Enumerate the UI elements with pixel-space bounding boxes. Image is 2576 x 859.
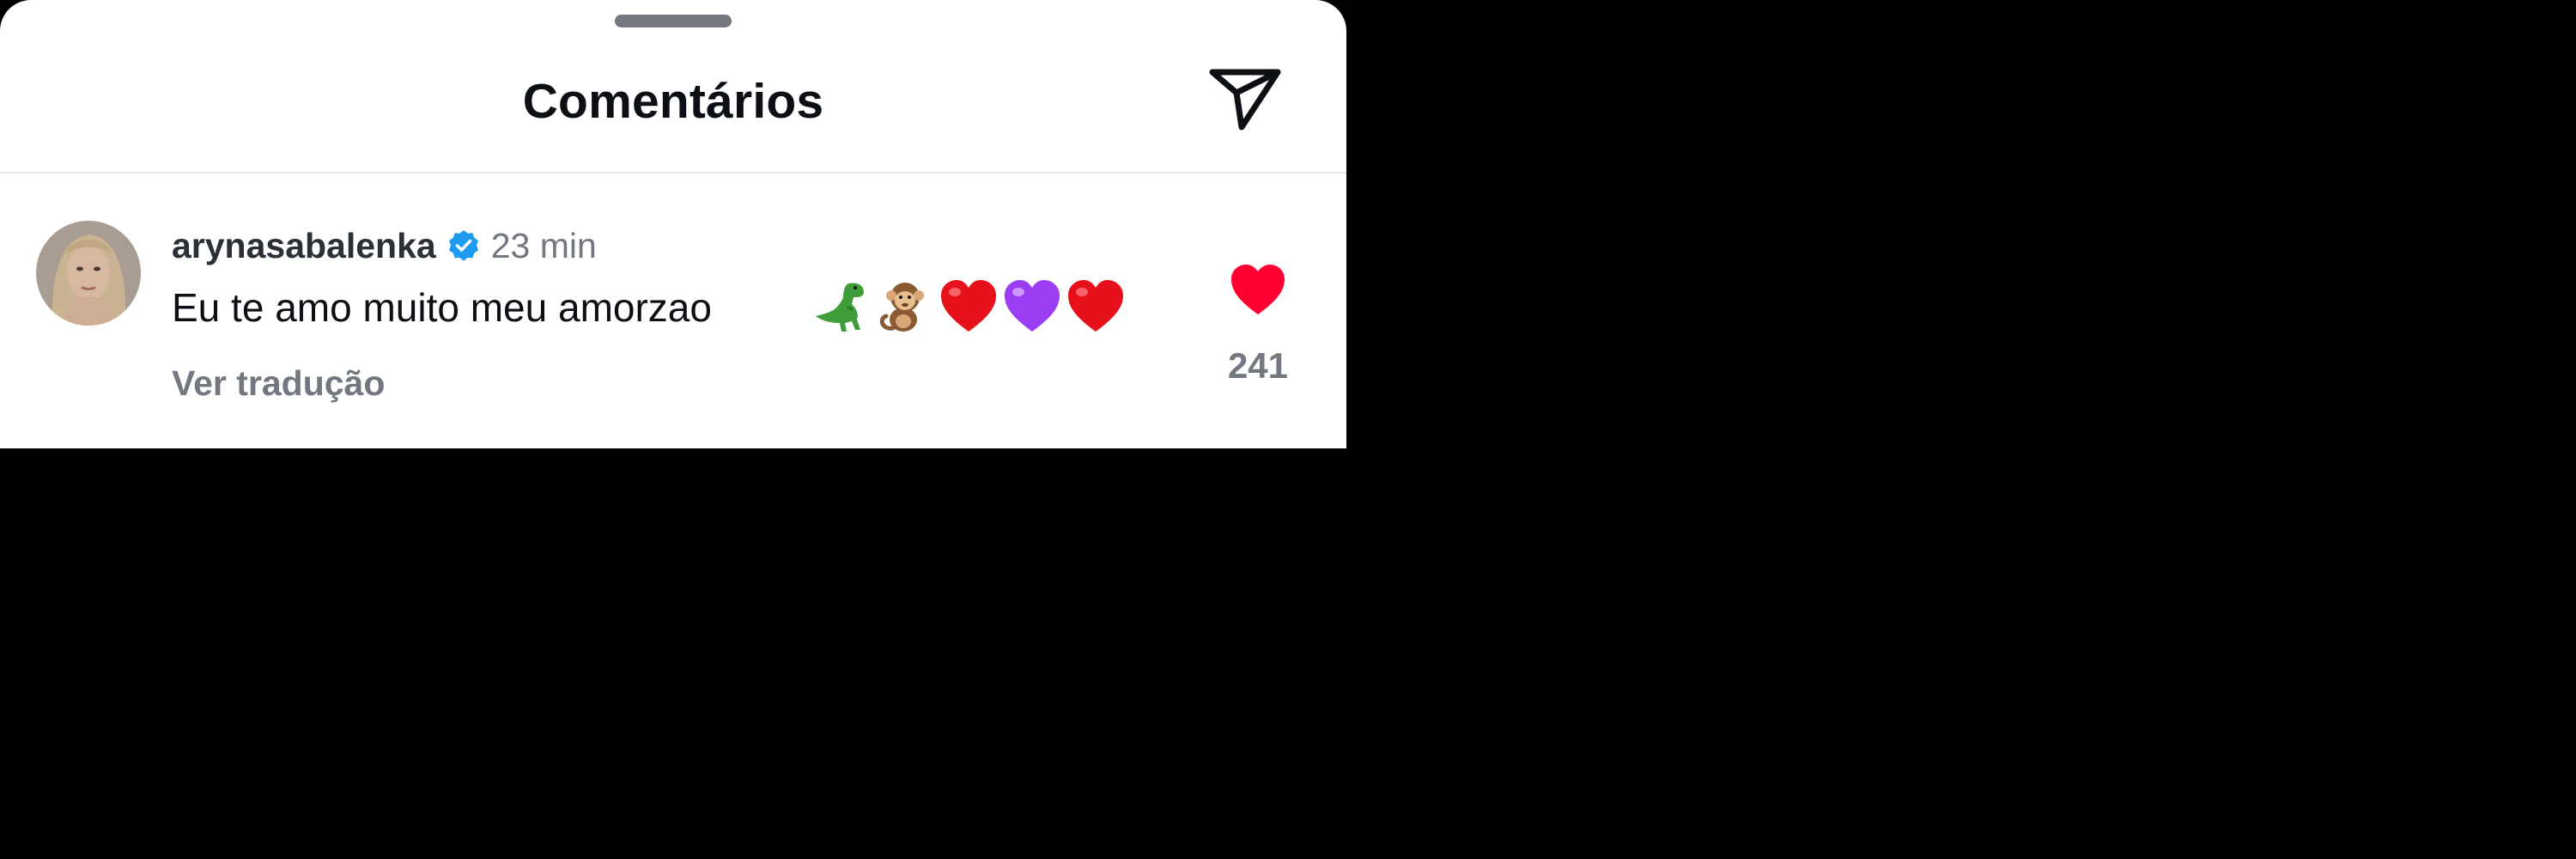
- monkey-emoji: [874, 277, 936, 337]
- paper-plane-icon: [1204, 62, 1286, 137]
- verified-badge-icon: [447, 228, 481, 263]
- like-count: 241: [1227, 345, 1289, 386]
- comment-timestamp: 23 min: [490, 225, 597, 265]
- sheet-drag-handle[interactable]: [615, 15, 732, 27]
- comment-emojis: [811, 277, 1128, 337]
- like-button[interactable]: [1228, 261, 1288, 318]
- heart-icon: [1228, 261, 1288, 318]
- see-translation-link[interactable]: Ver tradução: [172, 359, 385, 407]
- share-button[interactable]: [1204, 62, 1286, 137]
- red-heart-emoji: [1065, 277, 1127, 337]
- red-heart-emoji: [938, 277, 999, 337]
- page-title: Comentários: [522, 74, 824, 129]
- purple-heart-emoji: [1001, 277, 1063, 337]
- comment-text: Eu te amo muito meu amorzao: [172, 285, 712, 330]
- header-divider: [0, 172, 1346, 174]
- t-rex-emoji: [811, 277, 872, 337]
- comment-username[interactable]: arynasabalenka: [172, 226, 436, 266]
- comment-header: arynasabalenka 23 min: [172, 222, 597, 270]
- avatar[interactable]: [36, 221, 141, 326]
- comments-sheet: Comentários arynasabalenka 23 min Eu te …: [0, 0, 1346, 448]
